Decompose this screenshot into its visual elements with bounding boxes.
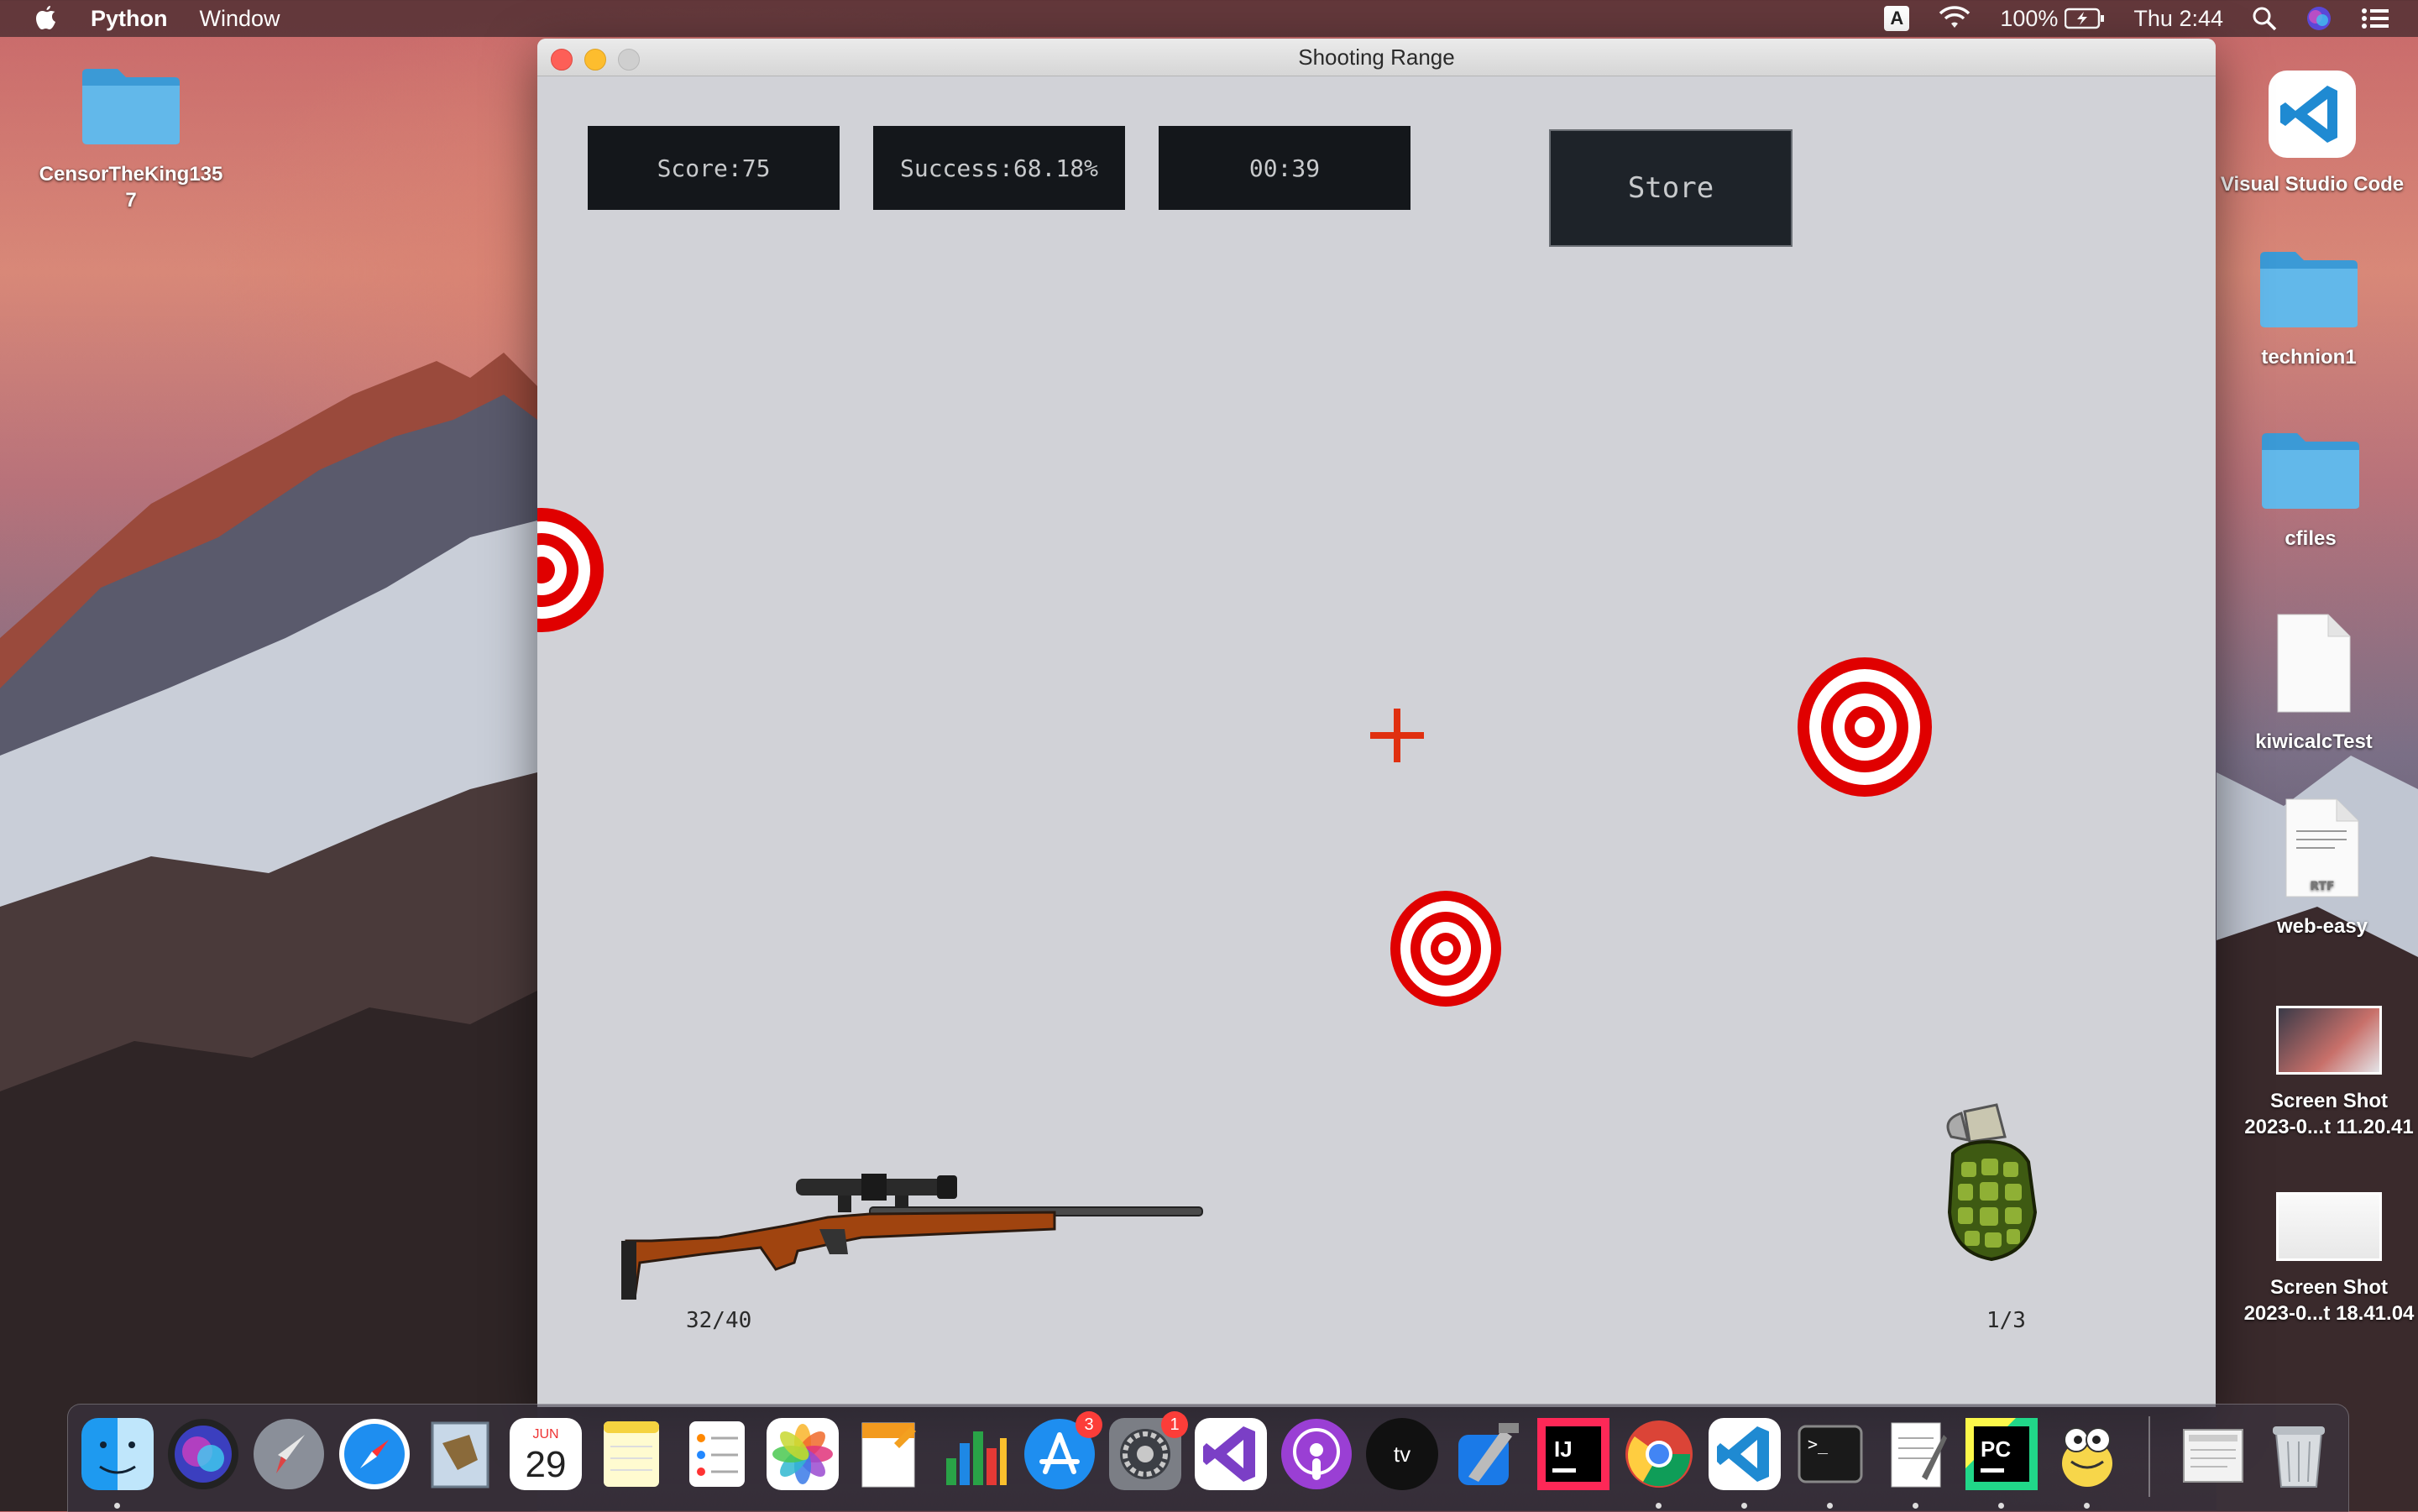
vscode-icon bbox=[2269, 71, 2356, 158]
intellij-icon[interactable]: IJ bbox=[1537, 1418, 1609, 1490]
desktop-icon-label: CensorTheKing135 7 bbox=[39, 163, 223, 212]
menu-bar: Python Window A 100% Thu 2:44 bbox=[0, 0, 2418, 37]
success-rate-display: Success:68.18% bbox=[873, 126, 1125, 210]
rtf-document-icon: RTF bbox=[2285, 798, 2359, 897]
svg-text:IJ: IJ bbox=[1554, 1436, 1573, 1462]
photos-icon[interactable] bbox=[767, 1418, 839, 1490]
mail-icon[interactable] bbox=[424, 1418, 496, 1490]
desktop-app-vscode[interactable]: Visual Studio Code bbox=[2211, 71, 2413, 197]
score-display: Score:75 bbox=[588, 126, 840, 210]
grenade-icon[interactable] bbox=[1259, 1105, 1369, 1264]
folder-icon bbox=[2260, 252, 2358, 327]
reminders-icon[interactable] bbox=[681, 1418, 753, 1490]
siri-icon[interactable] bbox=[2305, 5, 2332, 32]
desktop-icon-label: Screen Shot 2023-0...t 18.41.04 bbox=[2243, 1276, 2415, 1325]
visual-studio-icon[interactable] bbox=[1195, 1418, 1267, 1490]
apple-menu-icon[interactable] bbox=[34, 4, 59, 33]
apple-tv-icon[interactable]: tv bbox=[1366, 1418, 1438, 1490]
app-menu[interactable]: Python bbox=[91, 6, 168, 32]
window-title: Shooting Range bbox=[1298, 44, 1455, 70]
dock-separator bbox=[2148, 1416, 2150, 1497]
svg-text:>_: >_ bbox=[1808, 1434, 1829, 1454]
desktop-screenshot-1[interactable]: Screen Shot 2023-0...t 11.20.41 bbox=[2228, 1006, 2418, 1140]
svg-text:RTF: RTF bbox=[2310, 880, 2334, 893]
app-store-icon[interactable]: 3 bbox=[1023, 1411, 1102, 1490]
window-menu[interactable]: Window bbox=[200, 6, 280, 32]
wifi-icon[interactable] bbox=[1938, 6, 1971, 31]
grenade-icon[interactable] bbox=[1936, 1103, 2045, 1264]
desktop-screenshot-2[interactable]: Screen Shot 2023-0...t 18.41.04 bbox=[2228, 1192, 2418, 1326]
vscode-icon[interactable] bbox=[1709, 1418, 1781, 1509]
desktop-document-kiwicalctest[interactable]: kiwicalcTest bbox=[2213, 613, 2415, 755]
desktop-folder-censortheking[interactable]: CensorTheKing135 7 bbox=[30, 65, 232, 213]
calendar-day: 29 bbox=[526, 1444, 567, 1485]
input-source-icon[interactable]: A bbox=[1884, 6, 1910, 31]
target-icon[interactable] bbox=[1797, 657, 1933, 798]
desktop-icon-label: cfiles bbox=[2285, 527, 2337, 550]
desktop-document-web-easy[interactable]: RTF web-easy bbox=[2222, 798, 2418, 939]
desktop-folder-cfiles[interactable]: cfiles bbox=[2210, 430, 2411, 552]
chrome-icon[interactable] bbox=[1623, 1418, 1695, 1509]
folder-icon bbox=[82, 69, 180, 144]
xcode-icon[interactable] bbox=[1452, 1418, 1524, 1490]
shooting-range-window: Shooting Range Score:75 Success:68.18% 0… bbox=[537, 39, 2216, 1407]
notes-icon[interactable] bbox=[595, 1418, 667, 1490]
notification-center-icon[interactable] bbox=[2361, 7, 2389, 30]
window-titlebar[interactable]: Shooting Range bbox=[537, 39, 2216, 76]
desktop-icon-label: Visual Studio Code bbox=[2220, 173, 2405, 196]
trash-icon[interactable] bbox=[2263, 1418, 2335, 1490]
zoom-button[interactable] bbox=[618, 49, 640, 71]
desktop-icon-label: technion1 bbox=[2261, 346, 2357, 369]
close-button[interactable] bbox=[551, 49, 573, 71]
spotlight-search-icon[interactable] bbox=[2252, 6, 2277, 31]
terminal-icon[interactable]: >_ bbox=[1794, 1418, 1866, 1509]
finder-icon[interactable] bbox=[81, 1418, 154, 1509]
dock: JUN 29 3 1 tv IJ >_ PC bbox=[67, 1404, 2349, 1512]
target-icon[interactable] bbox=[537, 507, 604, 633]
pages-icon[interactable] bbox=[852, 1418, 924, 1490]
document-icon bbox=[2277, 614, 2351, 713]
minimize-button[interactable] bbox=[584, 49, 606, 71]
store-button[interactable]: Store bbox=[1549, 129, 1793, 247]
app-store-badge: 3 bbox=[1076, 1411, 1102, 1438]
desktop-icon-label: kiwicalcTest bbox=[2255, 730, 2373, 753]
pycharm-icon[interactable]: PC bbox=[1965, 1418, 2038, 1509]
desktop-icon-label: Screen Shot 2023-0...t 11.20.41 bbox=[2244, 1090, 2414, 1138]
calendar-month: JUN bbox=[532, 1427, 558, 1441]
grenade-counter: 1/3 bbox=[1986, 1308, 2026, 1333]
downloads-stack-icon[interactable] bbox=[2177, 1418, 2249, 1490]
textedit-icon[interactable] bbox=[1880, 1418, 1952, 1509]
screenshot-thumbnail-icon bbox=[2276, 1192, 2382, 1261]
calendar-icon[interactable]: JUN 29 bbox=[510, 1418, 582, 1490]
python-launcher-icon[interactable] bbox=[2051, 1418, 2123, 1509]
battery-percent: 100% bbox=[2000, 5, 2059, 31]
podcasts-icon[interactable] bbox=[1280, 1418, 1353, 1490]
system-preferences-icon[interactable]: 1 bbox=[1109, 1411, 1188, 1490]
screenshot-thumbnail-icon bbox=[2276, 1006, 2382, 1075]
svg-text:tv: tv bbox=[1394, 1441, 1410, 1467]
launchpad-icon[interactable] bbox=[253, 1418, 325, 1490]
siri-icon[interactable] bbox=[167, 1418, 239, 1490]
menubar-clock[interactable]: Thu 2:44 bbox=[2133, 6, 2223, 32]
svg-text:PC: PC bbox=[1981, 1436, 2011, 1462]
crosshair-icon bbox=[1370, 709, 1424, 762]
numbers-icon[interactable] bbox=[938, 1418, 1010, 1490]
folder-icon bbox=[2262, 433, 2359, 509]
battery-icon[interactable] bbox=[2065, 8, 2105, 29]
desktop-folder-technion1[interactable]: technion1 bbox=[2208, 249, 2410, 370]
desktop-icon-label: web-easy bbox=[2276, 915, 2368, 938]
timer-display: 00:39 bbox=[1159, 126, 1410, 210]
rifle-ammo-counter: 32/40 bbox=[686, 1308, 752, 1333]
target-icon[interactable] bbox=[1390, 890, 1502, 1007]
safari-icon[interactable] bbox=[338, 1418, 411, 1490]
system-preferences-badge: 1 bbox=[1161, 1411, 1188, 1438]
